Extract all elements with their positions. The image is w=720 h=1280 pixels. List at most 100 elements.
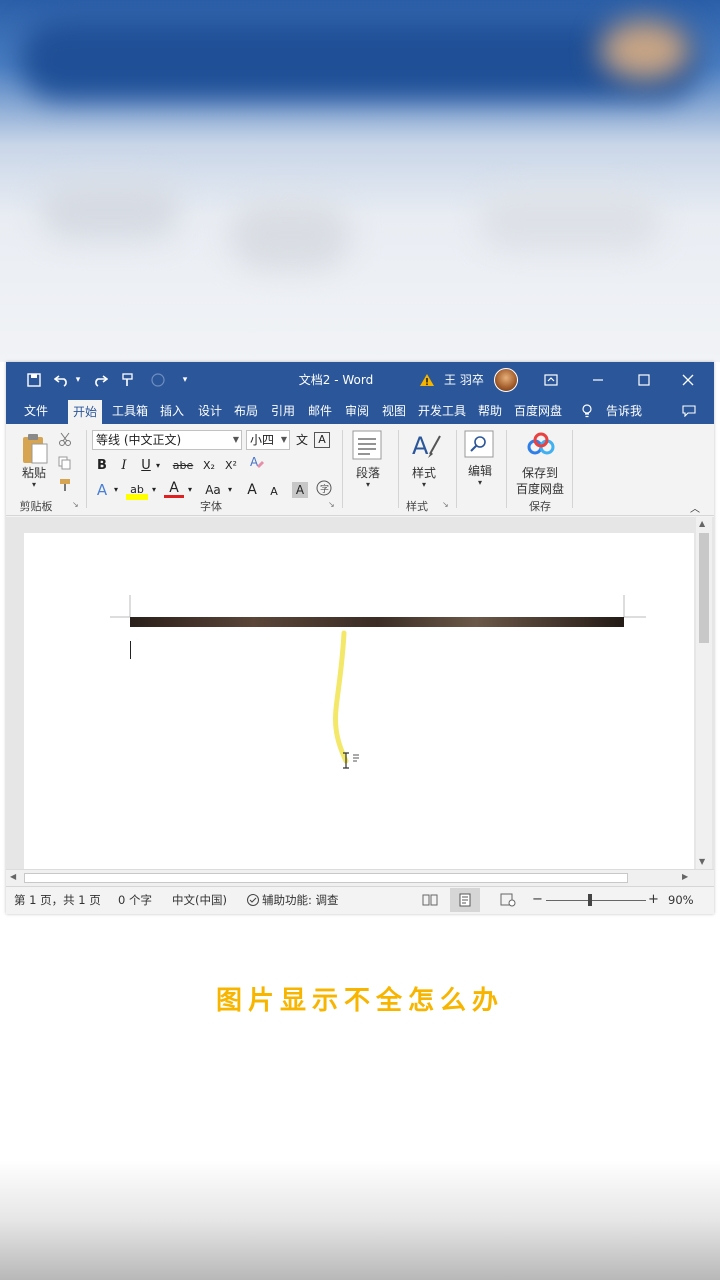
zoom-slider-thumb[interactable] (588, 894, 592, 906)
scroll-right-icon[interactable]: ▶ (682, 872, 688, 881)
comments-icon[interactable] (678, 398, 700, 424)
scroll-down-icon[interactable]: ▼ (699, 857, 705, 866)
collapse-ribbon-icon[interactable]: ︿ (690, 500, 700, 515)
tell-me-search[interactable]: 告诉我 (602, 398, 646, 424)
accessibility-icon[interactable] (246, 887, 260, 916)
phonetic-guide-button[interactable]: 文 (292, 430, 312, 450)
read-mode-icon[interactable] (422, 887, 438, 915)
warning-icon[interactable] (418, 362, 436, 398)
horizontal-scrollbar[interactable]: ◀ ▶ (6, 869, 714, 886)
enclosed-char-icon[interactable]: 字 (314, 480, 334, 500)
tab-toolbox[interactable]: 工具箱 (108, 398, 152, 424)
save-to-baidu-button[interactable]: 保存到 (522, 464, 558, 481)
user-name[interactable]: 王 羽卒 (444, 362, 484, 398)
title-bar: ▾ ▾ 文档2 - Word 王 羽卒 (6, 362, 714, 398)
find-icon[interactable] (464, 430, 494, 461)
undo-icon[interactable] (52, 362, 72, 398)
change-case-button[interactable]: Aa (202, 480, 224, 500)
font-launcher-icon[interactable]: ↘ (328, 500, 335, 509)
clear-formatting-icon[interactable]: A (246, 454, 266, 474)
styles-launcher-icon[interactable]: ↘ (442, 500, 449, 509)
close-icon[interactable] (676, 362, 700, 398)
paragraph-button[interactable]: 段落 (356, 464, 380, 481)
italic-button[interactable]: I (114, 456, 134, 476)
enclose-char-button[interactable]: A (314, 432, 330, 448)
web-layout-icon[interactable] (500, 887, 516, 916)
paragraph-dropdown-icon[interactable]: ▾ (366, 480, 370, 489)
baidu-netdisk-icon[interactable] (526, 432, 556, 461)
copy-icon[interactable] (58, 456, 72, 473)
tab-insert[interactable]: 插入 (156, 398, 188, 424)
tab-baidu-netdisk[interactable]: 百度网盘 (510, 398, 566, 424)
change-case-dropdown-icon[interactable]: ▾ (224, 480, 236, 500)
highlight-dropdown-icon[interactable]: ▾ (148, 480, 160, 500)
styles-icon[interactable]: A (410, 430, 442, 463)
highlight-button[interactable]: ab (126, 480, 148, 500)
print-layout-icon[interactable] (450, 888, 480, 912)
styles-dropdown-icon[interactable]: ▾ (422, 480, 426, 489)
accessibility-status[interactable]: 辅助功能: 调查 (262, 887, 339, 913)
customize-toolbar-icon[interactable]: ▾ (178, 362, 192, 398)
undo-dropdown-icon[interactable]: ▾ (72, 362, 84, 398)
scroll-up-icon[interactable]: ▲ (699, 519, 705, 528)
circle-icon[interactable] (148, 362, 168, 398)
redo-icon[interactable] (90, 362, 110, 398)
horizontal-scroll-thumb[interactable] (24, 873, 628, 883)
bold-button[interactable]: B (92, 456, 112, 476)
scroll-left-icon[interactable]: ◀ (10, 872, 16, 881)
text-effects-dropdown-icon[interactable]: ▾ (110, 480, 122, 500)
tab-references[interactable]: 引用 (267, 398, 299, 424)
editing-dropdown-icon[interactable]: ▾ (478, 478, 482, 487)
vertical-scrollbar[interactable]: ▲ ▼ (696, 517, 712, 869)
editing-button[interactable]: 编辑 (468, 462, 492, 479)
tab-layout[interactable]: 布局 (230, 398, 262, 424)
page-count[interactable]: 第 1 页，共 1 页 (14, 887, 101, 913)
underline-dropdown-icon[interactable]: ▾ (152, 456, 164, 476)
tab-view[interactable]: 视图 (378, 398, 410, 424)
paste-button[interactable]: 粘贴 (22, 464, 46, 481)
scroll-thumb[interactable] (699, 533, 709, 643)
tab-help[interactable]: 帮助 (474, 398, 506, 424)
format-painter-icon[interactable] (58, 478, 72, 495)
language-status[interactable]: 中文(中国) (172, 887, 227, 913)
zoom-level[interactable]: 90% (668, 887, 694, 913)
text-effects-button[interactable]: A (92, 480, 112, 500)
tab-developer[interactable]: 开发工具 (414, 398, 470, 424)
styles-button[interactable]: 样式 (412, 464, 436, 481)
superscript-button[interactable]: X² (220, 456, 242, 476)
strikethrough-button[interactable]: abe (170, 456, 196, 476)
word-count[interactable]: 0 个字 (118, 887, 152, 913)
font-name-select[interactable]: 等线 (中文正文) ▼ (92, 430, 242, 450)
group-divider (398, 430, 399, 508)
maximize-icon[interactable] (632, 362, 656, 398)
zoom-out-button[interactable]: − (532, 887, 543, 913)
zoom-slider[interactable] (546, 900, 646, 901)
format-painter-icon[interactable] (118, 362, 138, 398)
grow-font-button[interactable]: A (242, 480, 262, 500)
subscript-button[interactable]: X₂ (198, 456, 220, 476)
char-shading-button[interactable]: A (292, 482, 308, 498)
lightbulb-icon[interactable] (578, 398, 596, 424)
tab-design[interactable]: 设计 (194, 398, 226, 424)
font-size-select[interactable]: 小四 ▼ (246, 430, 290, 450)
zoom-in-button[interactable]: + (648, 887, 659, 913)
avatar[interactable] (494, 368, 518, 392)
clipboard-group-label: 剪贴板 (19, 500, 53, 513)
paste-dropdown-icon[interactable]: ▾ (32, 480, 36, 489)
font-color-button[interactable]: A (164, 480, 184, 498)
document-page[interactable] (24, 533, 694, 869)
paragraph-icon[interactable] (352, 430, 382, 463)
save-icon[interactable] (24, 362, 44, 398)
cut-icon[interactable] (58, 432, 72, 449)
ribbon-display-options-icon[interactable] (540, 362, 562, 398)
shrink-font-button[interactable]: A (264, 482, 284, 502)
font-color-dropdown-icon[interactable]: ▾ (184, 480, 196, 500)
inline-image[interactable] (130, 617, 624, 627)
tab-review[interactable]: 审阅 (341, 398, 373, 424)
clipboard-launcher-icon[interactable]: ↘ (72, 500, 79, 509)
minimize-icon[interactable] (586, 362, 610, 398)
tab-home[interactable]: 开始 (68, 400, 102, 424)
tab-file[interactable]: 文件 (16, 398, 56, 424)
save-to-baidu-button-line2[interactable]: 百度网盘 (516, 480, 564, 497)
tab-mailings[interactable]: 邮件 (304, 398, 336, 424)
